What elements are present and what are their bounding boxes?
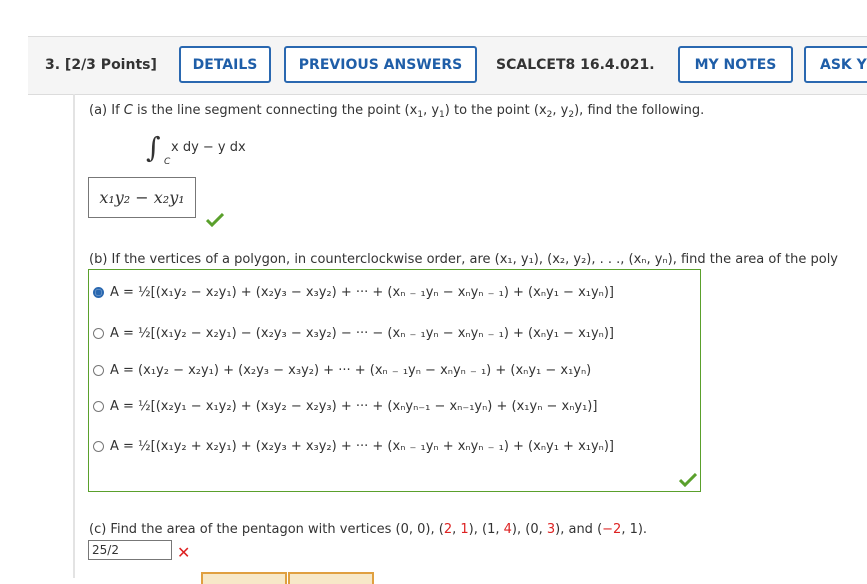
ask-your-teacher-button[interactable]: ASK YO xyxy=(804,46,867,83)
part-c-prompt-start: (c) Find the area of the pentagon with v… xyxy=(89,522,444,537)
integral-subscript: C xyxy=(164,157,171,167)
question-number: 3. [2/3 Points] xyxy=(45,57,157,73)
previous-answers-button[interactable]: PREVIOUS ANSWERS xyxy=(284,46,477,83)
question-source: SCALCET8 16.4.021. xyxy=(496,57,655,73)
vertex-value: 1 xyxy=(460,522,469,537)
part-c-answer-input[interactable]: 25/2 xyxy=(88,540,172,560)
option-2-label: A = ½[(x₁y₂ − x₂y₁) − (x₂y₃ − x₃y₂) − ··… xyxy=(110,325,614,341)
option-5-label: A = ½[(x₁y₂ + x₂y₁) + (x₂y₃ + x₃y₂) + ··… xyxy=(110,438,614,454)
part-a-answer-box[interactable]: x₁y₂ − x₂y₁ xyxy=(88,177,196,218)
integral-icon: ∫ xyxy=(146,131,161,164)
my-notes-button[interactable]: MY NOTES xyxy=(678,46,793,83)
part-a-curve-var: C xyxy=(123,103,133,118)
correct-check-icon xyxy=(679,473,697,487)
details-button[interactable]: DETAILS xyxy=(179,46,271,83)
part-a-prompt-rest: is the line segment connecting the point… xyxy=(132,103,418,118)
vertex-value: 2 xyxy=(443,522,453,537)
integral-expression: x dy − y dx xyxy=(171,140,246,155)
correct-check-icon xyxy=(206,213,224,227)
part-a-prompt: (a) If C is the line segment connecting … xyxy=(89,103,705,120)
vertex-value: 4 xyxy=(503,522,512,537)
part-b-option-1[interactable]: A = ½[(x₁y₂ − x₂y₁) + (x₂y₃ − x₃y₂) + ··… xyxy=(93,282,614,302)
part-b-option-2[interactable]: A = ½[(x₁y₂ − x₂y₁) − (x₂y₃ − x₃y₂) − ··… xyxy=(93,323,614,343)
part-b-options-box xyxy=(88,269,701,492)
incorrect-x-icon: ✕ xyxy=(177,543,191,562)
option-1-label: A = ½[(x₁y₂ − x₂y₁) + (x₂y₃ − x₃y₂) + ··… xyxy=(110,284,614,300)
radio-icon[interactable] xyxy=(93,400,104,412)
content-left-rule xyxy=(73,94,75,578)
part-b-prompt: (b) If the vertices of a polygon, in cou… xyxy=(89,252,839,267)
question-header: 3. [2/3 Points] DETAILS PREVIOUS ANSWERS… xyxy=(28,36,867,95)
need-help-button-partial[interactable] xyxy=(201,572,287,584)
radio-icon[interactable] xyxy=(93,440,104,452)
need-help-button-partial[interactable] xyxy=(288,572,374,584)
radio-selected-icon[interactable] xyxy=(93,286,104,298)
part-b-option-4[interactable]: A = ½[(x₂y₁ − x₁y₂) + (x₃y₂ − x₂y₃) + ··… xyxy=(93,396,597,416)
option-3-label: A = (x₁y₂ − x₂y₁) + (x₂y₃ − x₃y₂) + ··· … xyxy=(110,362,592,378)
vertex-value: 3 xyxy=(546,522,556,537)
option-4-label: A = ½[(x₂y₁ − x₁y₂) + (x₃y₂ − x₂y₃) + ··… xyxy=(110,398,598,414)
vertex-value: −2 xyxy=(602,522,622,537)
radio-icon[interactable] xyxy=(93,364,104,376)
part-b-option-5[interactable]: A = ½[(x₁y₂ + x₂y₁) + (x₂y₃ + x₃y₂) + ··… xyxy=(93,436,614,456)
part-b-option-3[interactable]: A = (x₁y₂ − x₂y₁) + (x₂y₃ − x₃y₂) + ··· … xyxy=(93,360,591,380)
radio-icon[interactable] xyxy=(93,327,104,339)
part-a-prompt-start: (a) If xyxy=(89,103,124,118)
part-a-prompt-end: ), find the following. xyxy=(574,103,705,118)
part-c-prompt: (c) Find the area of the pentagon with v… xyxy=(89,522,648,537)
part-a-prompt-tail: ) to the point (x xyxy=(444,103,547,118)
